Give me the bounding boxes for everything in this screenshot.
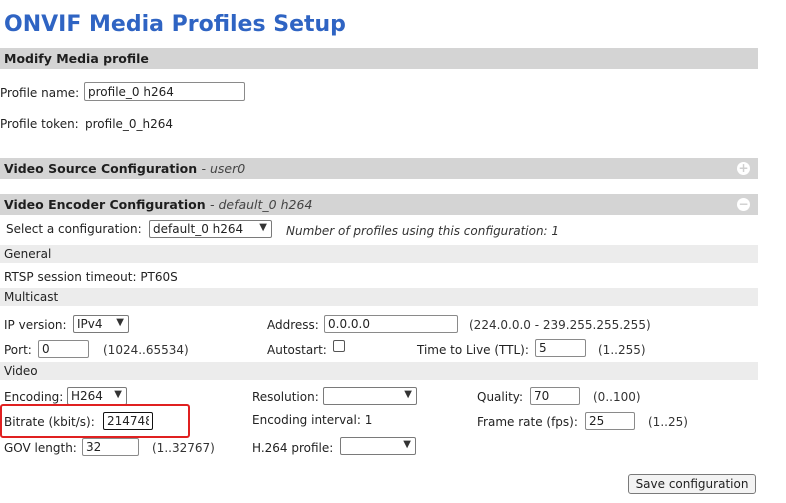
encoding-select[interactable]: H264 ▼ — [67, 387, 127, 405]
video-source-subtitle: - user0 — [201, 161, 246, 176]
chevron-down-icon: ▼ — [114, 389, 122, 400]
plus-circle-icon[interactable]: + — [737, 162, 750, 175]
minus-circle-icon[interactable]: − — [737, 198, 750, 211]
video-source-header-label: Video Source Configuration — [4, 161, 198, 176]
ttl-label: Time to Live (TTL): — [417, 343, 529, 357]
chevron-down-icon: ▼ — [404, 389, 412, 400]
multicast-header: Multicast — [0, 288, 758, 306]
modify-profile-header-label: Modify Media profile — [4, 51, 149, 66]
config-select-value: default_0 h264 — [153, 222, 244, 236]
modify-profile-header: Modify Media profile — [0, 48, 758, 69]
gov-length-label: GOV length: — [4, 441, 77, 455]
rtsp-timeout-text: RTSP session timeout: PT60S — [4, 270, 178, 284]
video-encoder-header-label: Video Encoder Configuration — [4, 197, 206, 212]
h264-profile-label: H.264 profile: — [252, 441, 334, 455]
h264-profile-select[interactable]: ▼ — [340, 437, 416, 455]
ip-version-label: IP version: — [4, 318, 67, 332]
quality-input[interactable] — [530, 387, 580, 405]
ttl-range-hint: (1..255) — [598, 343, 646, 357]
profiles-using-text: Number of profiles using this configurat… — [286, 224, 560, 238]
port-label: Port: — [4, 343, 32, 357]
profile-token-label: Profile token: — [0, 117, 79, 131]
chevron-down-icon: ▼ — [116, 317, 124, 328]
encoding-interval-text: Encoding interval: 1 — [252, 413, 373, 427]
chevron-down-icon: ▼ — [403, 439, 411, 450]
bitrate-highlight-box — [0, 404, 190, 438]
frame-rate-range-hint: (1..25) — [648, 415, 688, 429]
chevron-down-icon: ▼ — [259, 222, 267, 233]
general-header: General — [0, 245, 758, 263]
resolution-select[interactable]: ▼ — [323, 387, 417, 405]
ttl-input[interactable] — [535, 339, 586, 357]
page-title: ONVIF Media Profiles Setup — [4, 12, 346, 37]
video-header: Video — [0, 362, 758, 380]
port-input[interactable] — [38, 340, 89, 358]
video-encoder-header[interactable]: Video Encoder Configuration - default_0 … — [0, 194, 758, 215]
encoding-value: H264 — [71, 389, 103, 403]
autostart-label: Autostart: — [267, 343, 327, 357]
select-config-label: Select a configuration: — [6, 222, 142, 236]
quality-range-hint: (0..100) — [593, 390, 641, 404]
autostart-checkbox[interactable] — [333, 340, 345, 352]
general-header-label: General — [4, 247, 52, 261]
profile-name-label: Profile name: — [0, 86, 80, 100]
gov-length-input[interactable] — [82, 438, 139, 456]
video-encoder-subtitle: - default_0 h264 — [209, 197, 313, 212]
profile-token-value: profile_0_h264 — [85, 117, 174, 131]
ip-version-select[interactable]: IPv4 ▼ — [73, 315, 129, 333]
gov-length-range-hint: (1..32767) — [152, 441, 215, 455]
video-source-header[interactable]: Video Source Configuration - user0 + — [0, 158, 758, 179]
save-configuration-button[interactable]: Save configuration — [628, 474, 756, 494]
ip-version-value: IPv4 — [77, 317, 103, 331]
quality-label: Quality: — [477, 390, 524, 404]
profile-name-input[interactable] — [84, 82, 245, 101]
config-select[interactable]: default_0 h264 ▼ — [149, 220, 272, 238]
address-label: Address: — [267, 318, 319, 332]
video-header-label: Video — [4, 364, 38, 378]
address-input[interactable] — [324, 315, 458, 333]
frame-rate-label: Frame rate (fps): — [477, 415, 578, 429]
resolution-label: Resolution: — [252, 390, 319, 404]
frame-rate-input[interactable] — [585, 412, 635, 430]
multicast-header-label: Multicast — [4, 290, 59, 304]
encoding-label: Encoding: — [4, 390, 64, 404]
port-range-hint: (1024..65534) — [103, 343, 189, 357]
address-range-hint: (224.0.0.0 - 239.255.255.255) — [469, 318, 651, 332]
